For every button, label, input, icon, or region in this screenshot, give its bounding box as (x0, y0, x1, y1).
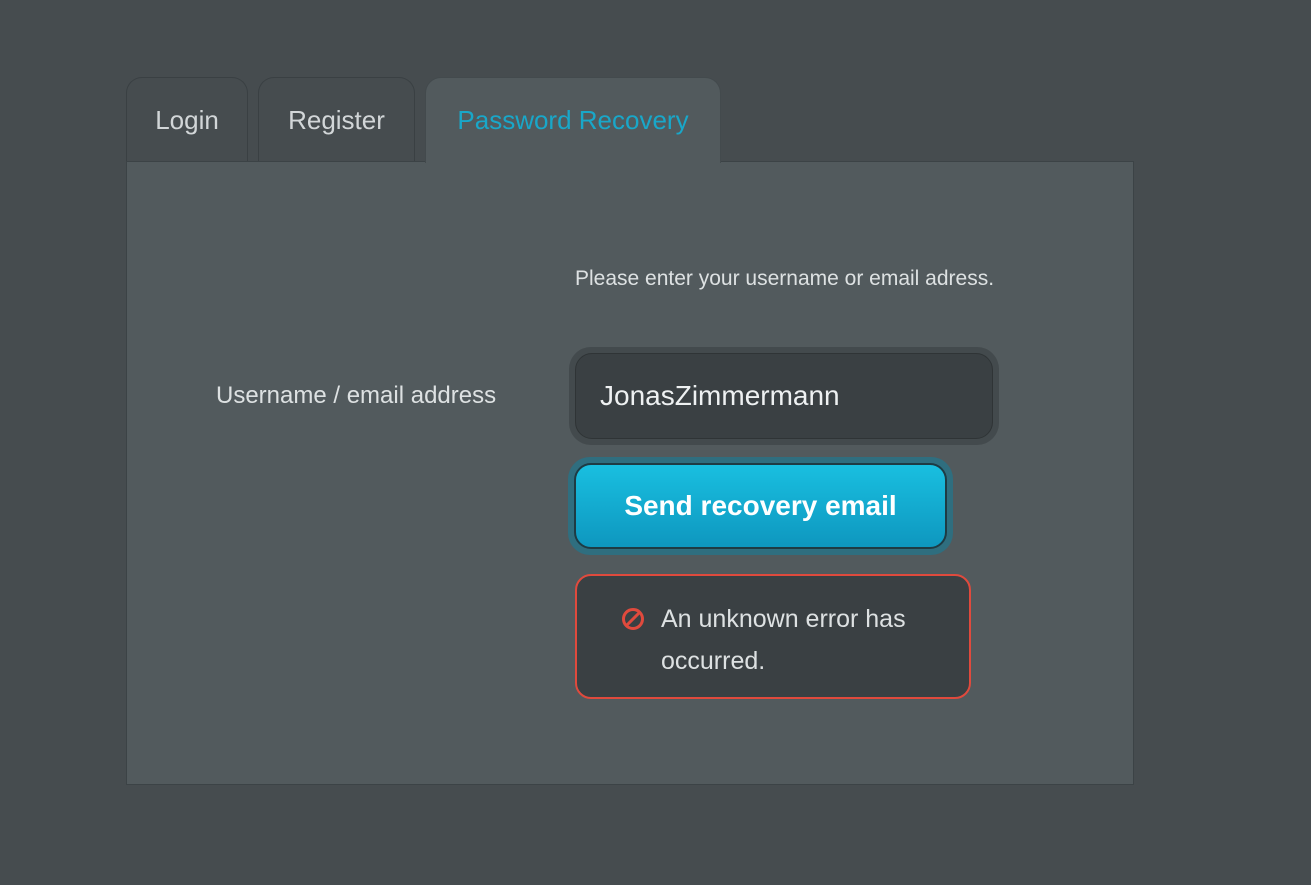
username-field-wrapper (569, 347, 999, 445)
username-field-label: Username / email address (216, 382, 497, 409)
tab-register[interactable]: Register (258, 77, 415, 161)
tab-password-recovery[interactable]: Password Recovery (425, 77, 721, 163)
tab-login[interactable]: Login (126, 77, 248, 161)
error-message-text: An unknown error has occurred. (661, 605, 906, 675)
error-message-box: An unknown error has occurred. (575, 574, 971, 699)
username-email-input[interactable] (575, 353, 993, 439)
send-recovery-email-button[interactable]: Send recovery email (574, 463, 947, 549)
prohibited-icon (622, 608, 644, 630)
instruction-text: Please enter your username or email adre… (575, 267, 995, 290)
send-button-focus-ring: Send recovery email (568, 457, 953, 555)
